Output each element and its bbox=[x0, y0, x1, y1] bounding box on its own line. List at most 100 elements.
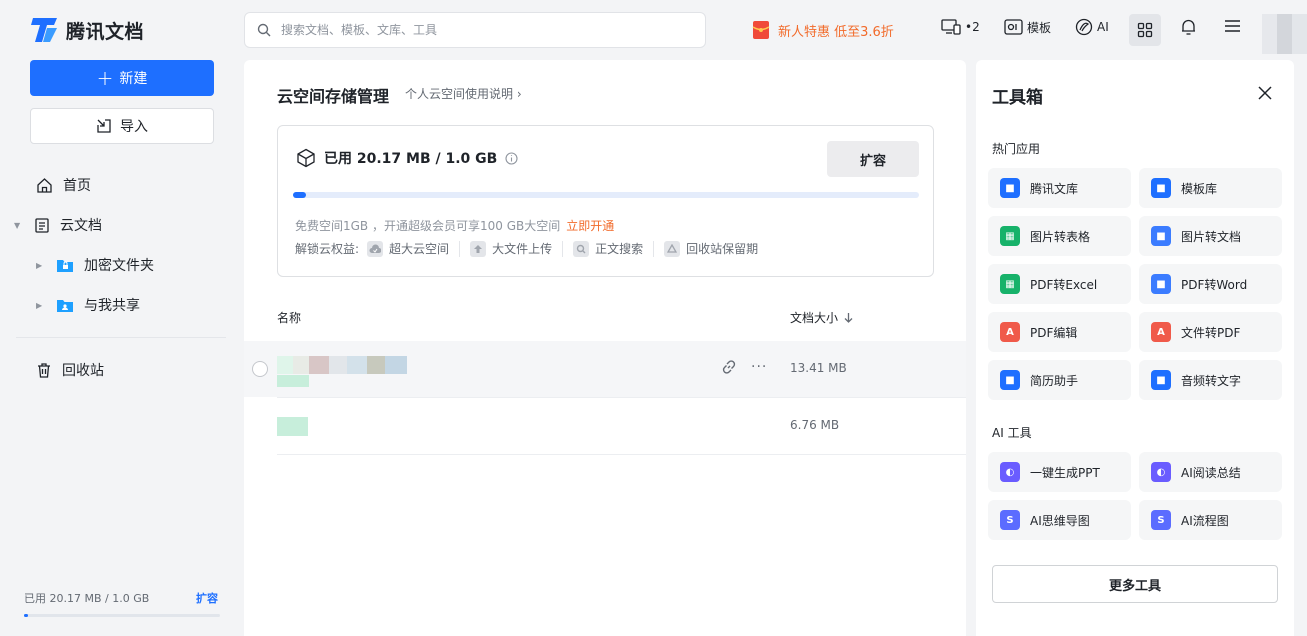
sidebar-item-cloud-docs[interactable]: ▼ 云文档 bbox=[14, 215, 102, 235]
rights-label: 解锁云权益: bbox=[295, 242, 360, 256]
tool-item[interactable]: ▦ 图片转表格 bbox=[988, 216, 1131, 256]
more-options-icon[interactable]: ··· bbox=[751, 359, 767, 375]
cloud-check-icon bbox=[367, 240, 384, 257]
right-item[interactable]: 超大云空间 bbox=[359, 240, 459, 257]
caret-right-icon[interactable]: ▶ bbox=[36, 261, 46, 270]
search-box[interactable] bbox=[244, 12, 706, 48]
app-logo[interactable]: 腾讯文档 bbox=[30, 16, 144, 44]
app-name: 腾讯文档 bbox=[66, 20, 145, 43]
sidebar-item-shared-with-me[interactable]: ▶ 与我共享 bbox=[36, 295, 140, 315]
storage-help-link[interactable]: 个人云空间使用说明 › bbox=[405, 85, 522, 102]
sidebar-storage-bar-fill bbox=[24, 614, 28, 617]
tool-icon: ◐ bbox=[1000, 462, 1020, 482]
tool-item[interactable]: ■ 简历助手 bbox=[988, 360, 1131, 400]
new-button-label: 新建 bbox=[119, 71, 148, 87]
template-icon bbox=[1004, 19, 1023, 35]
right-item[interactable]: 回收站保留期 bbox=[653, 240, 768, 257]
tool-item[interactable]: ◐ AI阅读总结 bbox=[1139, 452, 1282, 492]
sidebar-storage-bar bbox=[24, 614, 220, 617]
tool-icon: A bbox=[1151, 322, 1171, 342]
ai-label: AI bbox=[1097, 20, 1109, 34]
import-button-label: 导入 bbox=[120, 119, 148, 135]
tool-item[interactable]: ■ 音频转文字 bbox=[1139, 360, 1282, 400]
tool-icon: S bbox=[1000, 510, 1020, 530]
new-button[interactable]: + 新建 bbox=[30, 60, 214, 96]
promo-banner[interactable]: 新人特惠 低至3.6折 bbox=[752, 20, 894, 40]
file-size: 6.76 MB bbox=[790, 418, 840, 432]
row-select-radio[interactable] bbox=[252, 361, 268, 377]
storage-progress-fill bbox=[293, 192, 306, 198]
ai-button[interactable]: AI bbox=[1075, 18, 1109, 36]
hot-apps-heading: 热门应用 bbox=[992, 142, 1041, 156]
storage-usage-text: 已用 20.17 MB / 1.0 GB bbox=[24, 592, 150, 605]
device-sync-button[interactable]: •2 bbox=[941, 18, 980, 36]
tool-item[interactable]: A 文件转PDF bbox=[1139, 312, 1282, 352]
tool-item[interactable]: ■ 图片转文档 bbox=[1139, 216, 1282, 256]
tool-icon: ■ bbox=[1151, 178, 1171, 198]
table-row[interactable]: 6.76 MB bbox=[244, 398, 966, 454]
app-grid-button[interactable] bbox=[1129, 14, 1161, 46]
column-header-size[interactable]: 文档大小 bbox=[790, 309, 853, 326]
notifications-button[interactable] bbox=[1180, 18, 1197, 36]
tool-icon: ■ bbox=[1000, 178, 1020, 198]
open-membership-link[interactable]: 立即开通 bbox=[566, 219, 614, 233]
close-icon[interactable] bbox=[1256, 84, 1274, 102]
row-divider bbox=[277, 454, 966, 455]
storage-card: 已用 20.17 MB / 1.0 GB 扩容 免费空间1GB ，开通超级会员可… bbox=[277, 125, 934, 277]
blurred-file-name bbox=[277, 417, 308, 436]
tool-item[interactable]: ▦ PDF转Excel bbox=[988, 264, 1131, 304]
expand-storage-button[interactable]: 扩容 bbox=[827, 141, 919, 177]
toolbox-panel: 工具箱 热门应用 ■ 腾讯文库 ■ 模板库 ▦ 图片转表格 ■ 图片转文档 ▦ PDF转Excel… bbox=[976, 60, 1294, 636]
sidebar-item-label: 云文档 bbox=[60, 218, 102, 234]
right-item[interactable]: 大文件上传 bbox=[459, 240, 562, 257]
table-row[interactable]: ··· 13.41 MB bbox=[244, 341, 966, 397]
sidebar-expand-link[interactable]: 扩容 bbox=[196, 590, 218, 606]
tool-icon: ◐ bbox=[1151, 462, 1171, 482]
import-icon bbox=[97, 119, 111, 133]
device-count: •2 bbox=[965, 20, 980, 34]
right-item[interactable]: 正文搜索 bbox=[562, 240, 653, 257]
ai-tools-heading: AI 工具 bbox=[992, 426, 1032, 440]
tool-icon: ▦ bbox=[1000, 274, 1020, 294]
ai-icon bbox=[1075, 18, 1093, 36]
tool-icon: ■ bbox=[1151, 226, 1171, 246]
storage-help-link-label: 个人云空间使用说明 bbox=[405, 87, 514, 101]
promo-text: 新人特惠 低至3.6折 bbox=[778, 24, 894, 40]
info-icon[interactable] bbox=[505, 151, 518, 165]
link-icon[interactable] bbox=[721, 359, 737, 375]
avatar[interactable] bbox=[1262, 14, 1307, 54]
right-item-label: 正文搜索 bbox=[595, 242, 644, 256]
tool-label: 腾讯文库 bbox=[1030, 181, 1079, 196]
right-item-label: 大文件上传 bbox=[492, 242, 553, 256]
column-header-name[interactable]: 名称 bbox=[277, 309, 301, 326]
tool-item[interactable]: ■ PDF转Word bbox=[1139, 264, 1282, 304]
tool-item[interactable]: S AI思维导图 bbox=[988, 500, 1131, 540]
menu-button[interactable] bbox=[1224, 18, 1241, 34]
sort-down-icon bbox=[844, 313, 853, 323]
import-button[interactable]: 导入 bbox=[30, 108, 214, 144]
row-actions: ··· bbox=[721, 359, 767, 375]
search-input[interactable] bbox=[281, 23, 681, 37]
recycle-icon bbox=[664, 240, 681, 257]
blurred-file-name-line bbox=[277, 375, 309, 387]
tool-icon: ■ bbox=[1151, 274, 1171, 294]
tool-icon: ■ bbox=[1000, 370, 1020, 390]
tool-item[interactable]: ◐ 一键生成PPT bbox=[988, 452, 1131, 492]
more-tools-button[interactable]: 更多工具 bbox=[992, 565, 1278, 603]
caret-down-icon[interactable]: ▼ bbox=[14, 221, 24, 230]
tool-item[interactable]: A PDF编辑 bbox=[988, 312, 1131, 352]
tool-item[interactable]: ■ 腾讯文库 bbox=[988, 168, 1131, 208]
blurred-file-name bbox=[277, 356, 407, 374]
tool-label: AI思维导图 bbox=[1030, 513, 1090, 528]
templates-button[interactable]: 模板 bbox=[1004, 18, 1051, 36]
sidebar-item-home[interactable]: 首页 bbox=[36, 175, 91, 195]
tool-label: 文件转PDF bbox=[1181, 325, 1241, 340]
caret-right-icon[interactable]: ▶ bbox=[36, 301, 46, 310]
tool-item[interactable]: ■ 模板库 bbox=[1139, 168, 1282, 208]
sidebar-item-encrypted-folder[interactable]: ▶ 加密文件夹 bbox=[36, 255, 154, 275]
hamburger-menu-icon bbox=[1225, 20, 1240, 32]
sidebar-item-trash[interactable]: 回收站 bbox=[36, 360, 104, 380]
storage-usage-text: 已用 20.17 MB / 1.0 GB bbox=[324, 151, 498, 167]
tool-label: 模板库 bbox=[1181, 181, 1218, 196]
tool-item[interactable]: S AI流程图 bbox=[1139, 500, 1282, 540]
